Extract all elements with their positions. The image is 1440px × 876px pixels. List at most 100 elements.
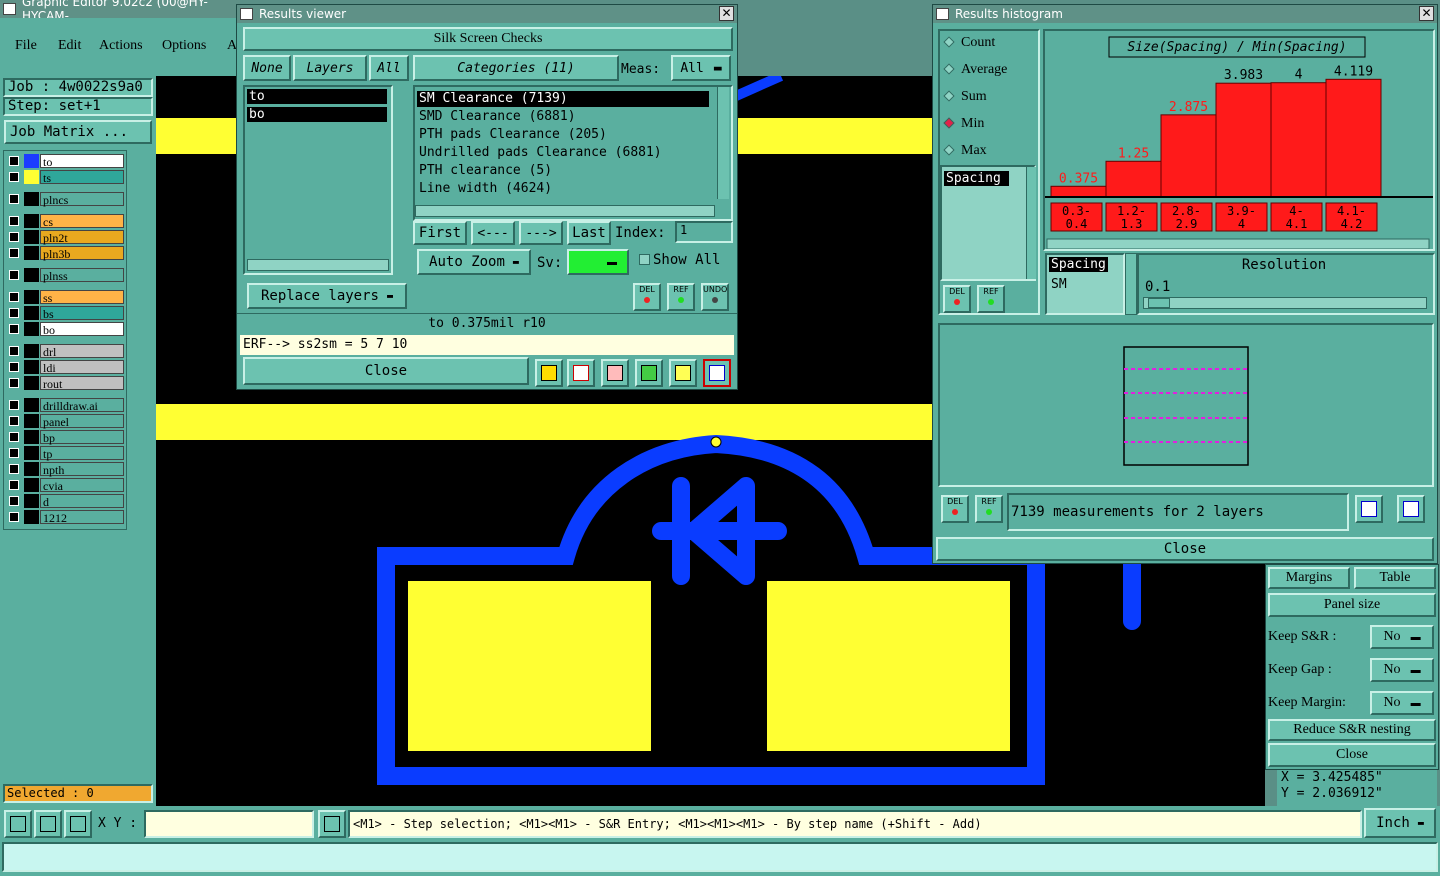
preview-ref-button[interactable]: REF (975, 495, 1003, 523)
layer-row[interactable]: tp (6, 446, 124, 461)
show-all-checkbox[interactable] (639, 254, 650, 265)
layer-name[interactable]: ldi (40, 360, 124, 375)
mode-radio-sum[interactable]: Sum (941, 89, 987, 105)
layer-checkbox[interactable] (9, 400, 19, 410)
measure-list-item[interactable]: Spacing (944, 171, 1009, 186)
layer-checkbox[interactable] (9, 512, 19, 522)
mode-radio-min[interactable]: Min (941, 116, 984, 132)
check-set-header[interactable]: Silk Screen Checks (243, 27, 733, 51)
info-button[interactable] (318, 810, 346, 838)
unit-select[interactable]: Inch ▬ (1364, 808, 1436, 838)
select-tool-button[interactable] (4, 810, 32, 838)
tool-icon-3[interactable] (601, 359, 629, 387)
layer-checkbox[interactable] (9, 216, 19, 226)
layer-name[interactable]: ts (40, 170, 124, 185)
layer-row[interactable]: d (6, 494, 124, 509)
measure-list-scrollbar[interactable] (1026, 167, 1036, 279)
layer-checkbox[interactable] (9, 270, 19, 280)
layer-list-item[interactable]: bo (247, 107, 387, 122)
layer-checkbox[interactable] (9, 362, 19, 372)
panel-size-button[interactable]: Panel size (1268, 593, 1436, 617)
hist-del-button[interactable]: DEL (943, 285, 971, 313)
index-input[interactable]: 1 (675, 221, 733, 243)
category-item[interactable]: SMD Clearance (6881) (417, 109, 709, 125)
tool-icon-5[interactable] (669, 359, 697, 387)
layer-list-scrollbar[interactable] (247, 259, 389, 271)
resolution-slider[interactable] (1143, 297, 1427, 309)
layer-row[interactable]: cvia (6, 478, 124, 493)
spacing-label[interactable]: Spacing (1049, 257, 1108, 272)
layer-row[interactable]: ss (6, 290, 124, 305)
histogram-close-button[interactable]: Close (936, 537, 1434, 561)
layer-checkbox[interactable] (9, 464, 19, 474)
auto-zoom-select[interactable]: Auto Zoom ▬ (417, 249, 531, 275)
layer-name[interactable]: d (40, 494, 124, 509)
ref-button[interactable]: REF (667, 283, 695, 311)
layer-checkbox[interactable] (9, 378, 19, 388)
layer-name[interactable]: bs (40, 306, 124, 321)
layer-name[interactable]: bp (40, 430, 124, 445)
histogram-bar[interactable] (1325, 78, 1382, 198)
menu-edit[interactable]: Edit (58, 38, 81, 54)
first-button[interactable]: First (413, 221, 467, 245)
layer-checkbox[interactable] (9, 346, 19, 356)
measure-tool-button[interactable] (34, 810, 62, 838)
histogram-bar[interactable] (1050, 185, 1107, 198)
layer-row[interactable]: bo (6, 322, 124, 337)
categories-button[interactable]: Categories (11) (413, 55, 619, 81)
next-button[interactable]: ---> (519, 221, 563, 245)
table-button[interactable]: Table (1354, 567, 1436, 589)
job-matrix-button[interactable]: Job Matrix ... (4, 120, 152, 144)
layer-name[interactable]: pln2t (40, 230, 124, 245)
layer-row[interactable]: rout (6, 376, 124, 391)
keep-gap-select[interactable]: No ▬ (1370, 658, 1434, 682)
layer-row[interactable]: ts (6, 170, 124, 185)
layer-row[interactable]: cs (6, 214, 124, 229)
slider-thumb[interactable] (1148, 298, 1170, 308)
category-item[interactable]: PTH clearance (5) (417, 163, 709, 179)
del-button[interactable]: DEL (633, 283, 661, 311)
layer-name[interactable]: panel (40, 414, 124, 429)
layer-row[interactable]: drl (6, 344, 124, 359)
category-scrollbar[interactable] (717, 87, 729, 199)
layer-row[interactable]: plnss (6, 268, 124, 283)
layer-row[interactable]: pln2t (6, 230, 124, 245)
layer-row[interactable]: bp (6, 430, 124, 445)
spacing-scrollbar[interactable] (1125, 253, 1137, 315)
layer-checkbox[interactable] (9, 292, 19, 302)
layer-checkbox[interactable] (9, 416, 19, 426)
keep-margin-select[interactable]: No ▬ (1370, 691, 1434, 715)
undo-button[interactable]: UNDO (701, 283, 729, 311)
layer-name[interactable]: 1212 (40, 510, 124, 525)
layer-name[interactable]: rout (40, 376, 124, 391)
histogram-bar[interactable] (1105, 160, 1162, 198)
mode-radio-count[interactable]: Count (941, 35, 995, 51)
layer-row[interactable]: bs (6, 306, 124, 321)
fit-icon-button[interactable] (1397, 495, 1425, 523)
last-button[interactable]: Last (567, 221, 611, 245)
prev-button[interactable]: <--- (471, 221, 515, 245)
xy-input[interactable] (144, 810, 314, 838)
category-item[interactable]: SM Clearance (7139) (417, 91, 709, 107)
grid-tool-button[interactable] (64, 810, 92, 838)
layer-checkbox[interactable] (9, 308, 19, 318)
keep-sr-select[interactable]: No ▬ (1370, 625, 1434, 649)
menu-options[interactable]: Options (162, 38, 206, 54)
category-hscrollbar[interactable] (415, 205, 715, 217)
layer-name[interactable]: plncs (40, 192, 124, 207)
chart-hscrollbar[interactable] (1046, 238, 1430, 250)
close-icon[interactable]: ✕ (1419, 6, 1434, 21)
category-item[interactable]: PTH pads Clearance (205) (417, 127, 709, 143)
menu-file[interactable]: File (15, 38, 37, 54)
tool-icon-1[interactable] (535, 359, 563, 387)
layer-name[interactable]: bo (40, 322, 124, 337)
histogram-icon-button[interactable] (703, 359, 731, 387)
layer-name[interactable]: drl (40, 344, 124, 359)
layer-checkbox[interactable] (9, 432, 19, 442)
layer-checkbox[interactable] (9, 480, 19, 490)
category-item[interactable]: Line width (4624) (417, 181, 709, 197)
meas-select[interactable]: All ▬ (671, 55, 731, 81)
layer-row[interactable]: plncs (6, 192, 124, 207)
none-button[interactable]: None (243, 55, 291, 81)
sv-color-select[interactable]: ▬ (567, 249, 629, 275)
